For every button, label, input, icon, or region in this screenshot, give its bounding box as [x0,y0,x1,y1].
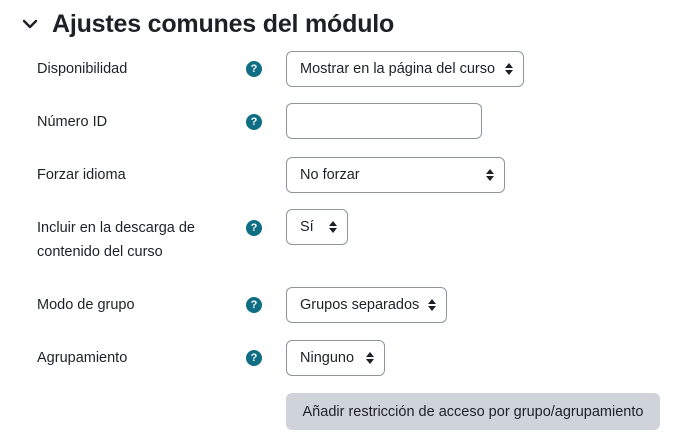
help-icon[interactable]: ? [246,220,262,236]
download-content-label-line1: Incluir en la descarga de [37,220,195,236]
group-mode-select[interactable]: Grupos separados [286,287,447,323]
availability-value: Mostrar en la página del curso [300,61,496,77]
group-mode-label: Modo de grupo [37,297,135,313]
sort-caret-icon [366,352,374,364]
chevron-down-icon[interactable] [18,12,42,36]
force-language-select[interactable]: No forzar [286,157,505,193]
sort-caret-icon [329,221,337,233]
download-content-select[interactable]: Sí [286,209,348,245]
force-language-label: Forzar idioma [37,167,126,183]
grouping-select[interactable]: Ninguno [286,340,385,376]
help-icon[interactable]: ? [246,297,262,313]
grouping-value: Ninguno [300,350,355,366]
sort-caret-icon [428,299,436,311]
grouping-label: Agrupamiento [37,350,128,366]
download-content-label-line2: contenido del curso [37,244,163,260]
section-header[interactable]: Ajustes comunes del módulo [18,6,394,42]
availability-label: Disponibilidad [37,61,128,77]
help-icon[interactable]: ? [246,61,262,77]
help-icon[interactable]: ? [246,350,262,366]
force-language-value: No forzar [300,167,360,183]
idnumber-input[interactable] [286,103,482,139]
download-content-value: Sí [300,219,314,235]
sort-caret-icon [505,63,513,75]
group-mode-value: Grupos separados [300,297,420,313]
availability-select[interactable]: Mostrar en la página del curso [286,51,524,87]
idnumber-label: Número ID [37,114,108,130]
sort-caret-icon [486,169,494,181]
add-restriction-button[interactable]: Añadir restricción de acceso por grupo/a… [286,393,660,430]
help-icon[interactable]: ? [246,114,262,130]
section-title: Ajustes comunes del módulo [52,9,395,38]
